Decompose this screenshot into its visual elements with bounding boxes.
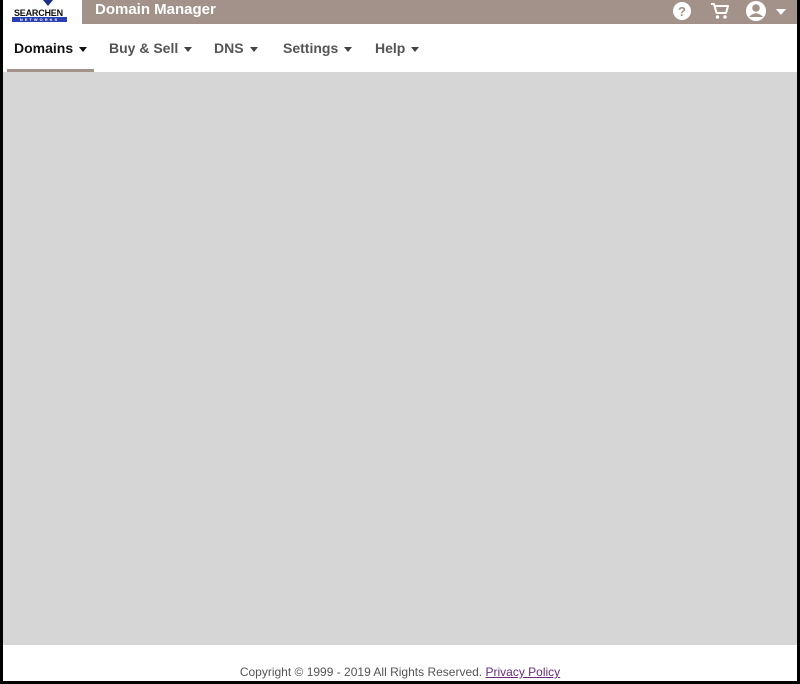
app-frame: SEARCHEN NETWORKS Domain Manager ? Domai xyxy=(3,0,797,681)
nav-item-label: Buy & Sell xyxy=(109,40,179,56)
chevron-down-icon xyxy=(344,47,353,52)
nav-item-domains[interactable]: Domains xyxy=(6,24,95,72)
cart-button[interactable] xyxy=(708,0,732,22)
chevron-down-icon xyxy=(411,47,420,52)
nav-item-help[interactable]: Help xyxy=(375,24,420,72)
logo-subtext: NETWORKS xyxy=(12,17,67,22)
nav-item-settings[interactable]: Settings xyxy=(283,24,353,72)
footer-text: Copyright © 1999 - 2019 All Rights Reser… xyxy=(3,665,797,679)
nav-item-buy-sell[interactable]: Buy & Sell xyxy=(109,24,193,72)
copyright-text: Copyright © 1999 - 2019 All Rights Reser… xyxy=(239,665,483,679)
footer: Copyright © 1999 - 2019 All Rights Reser… xyxy=(3,645,797,681)
brand-logo[interactable]: SEARCHEN NETWORKS xyxy=(3,0,82,24)
nav-item-label: Domains xyxy=(14,40,74,56)
app-title: Domain Manager xyxy=(95,1,216,18)
privacy-policy-link[interactable]: Privacy Policy xyxy=(485,665,560,679)
chevron-down-icon xyxy=(184,47,193,52)
content-area xyxy=(3,72,797,645)
account-menu-button[interactable] xyxy=(743,0,769,22)
header-bar: SEARCHEN NETWORKS Domain Manager ? xyxy=(3,0,797,24)
nav-item-dns[interactable]: DNS xyxy=(214,24,258,72)
nav-item-label: Help xyxy=(375,40,406,56)
cart-icon xyxy=(711,3,729,19)
help-icon: ? xyxy=(673,2,691,20)
nav-item-label: Settings xyxy=(283,40,339,56)
chevron-down-icon xyxy=(79,47,88,52)
chevron-down-icon xyxy=(249,47,258,52)
logo-peak-icon xyxy=(43,0,53,6)
chevron-down-icon[interactable] xyxy=(776,9,786,15)
nav-item-label: DNS xyxy=(214,40,244,56)
help-button[interactable]: ? xyxy=(671,0,693,22)
main-nav: Domains Buy & Sell DNS Settings Help xyxy=(3,24,797,72)
account-icon xyxy=(746,1,766,21)
